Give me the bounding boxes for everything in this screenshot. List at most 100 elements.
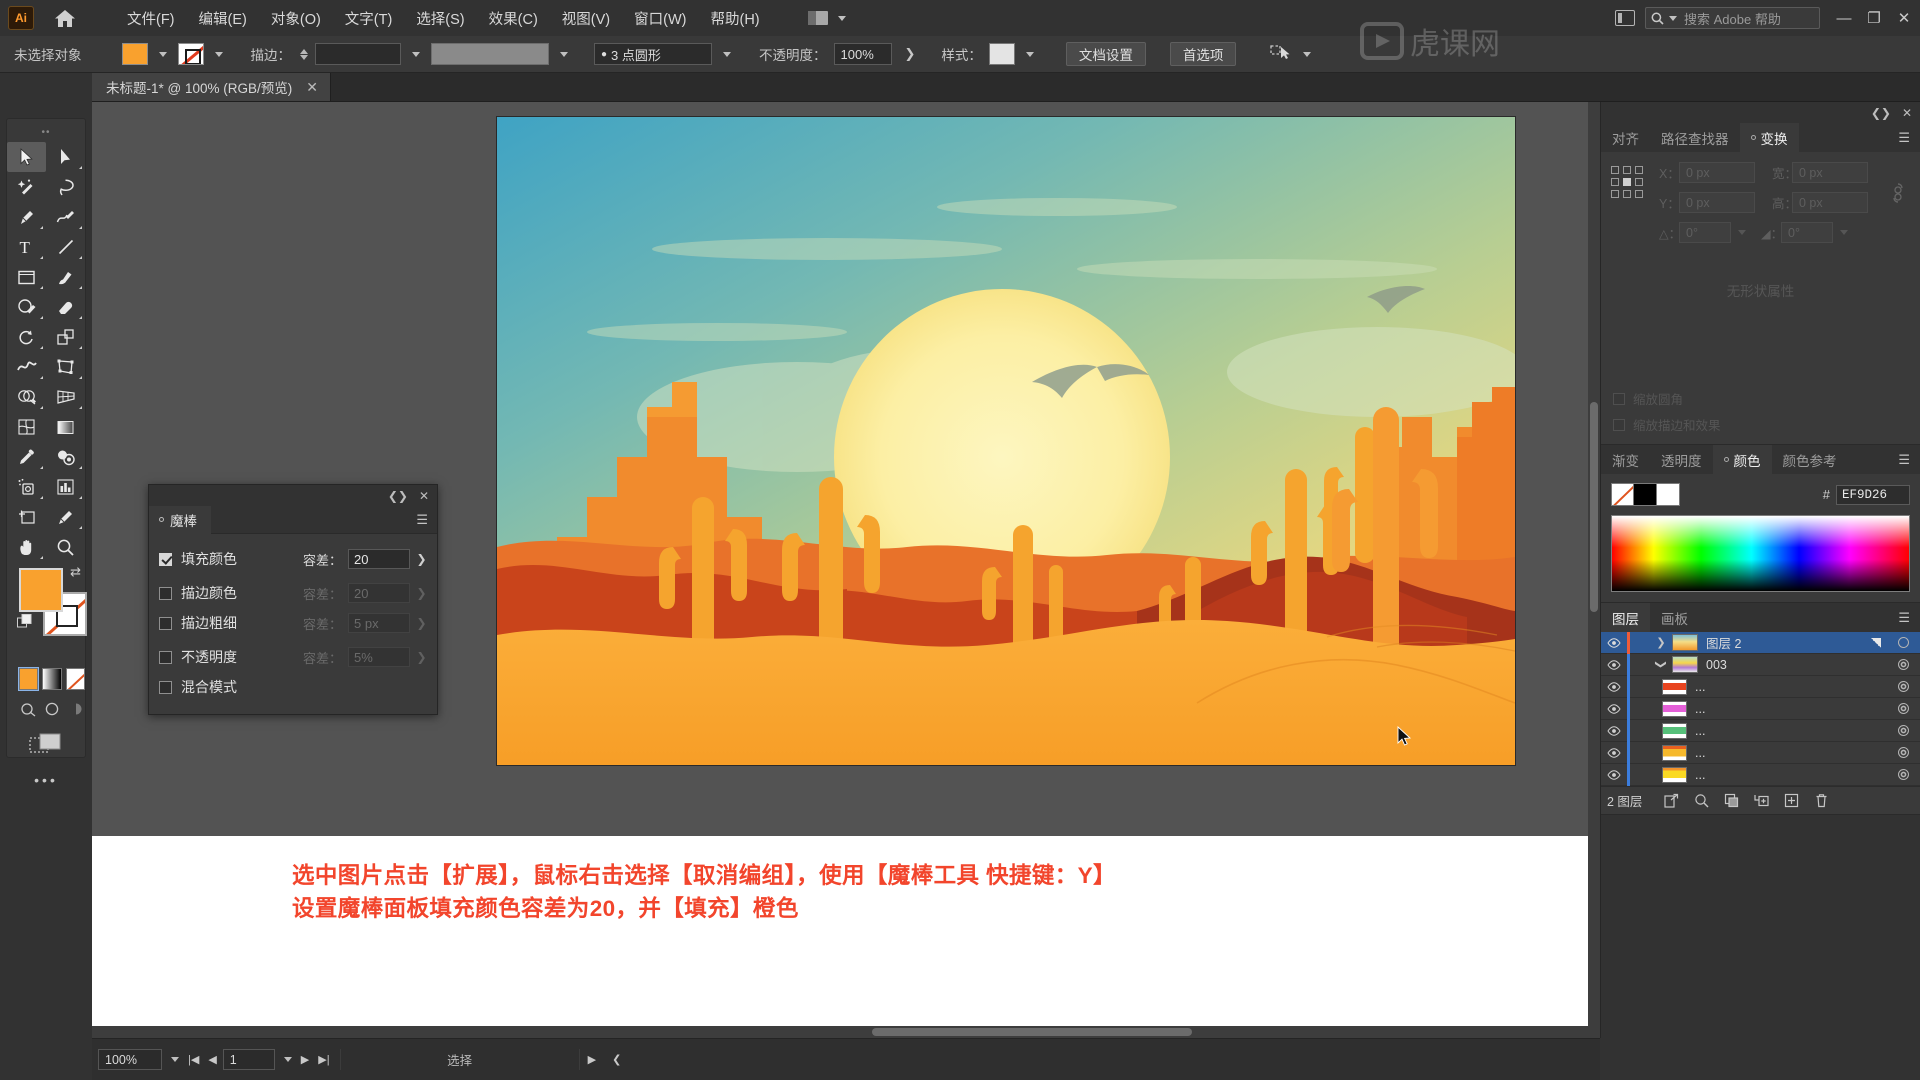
canvas-vertical-scrollbar[interactable]	[1588, 102, 1600, 1026]
canvas-horizontal-scrollbar[interactable]	[92, 1026, 1600, 1038]
select-similar-chevron-icon[interactable]	[1303, 51, 1312, 57]
close-button[interactable]: ✕	[1896, 9, 1912, 27]
draw-behind-icon[interactable]	[43, 700, 61, 718]
none-button[interactable]	[65, 668, 85, 690]
menu-edit[interactable]: 编辑(E)	[188, 2, 258, 35]
disclosure-triangle-icon[interactable]: ❯	[1650, 636, 1672, 649]
layer-name[interactable]: 图层 2	[1706, 633, 1871, 652]
stroke-tolerance-input[interactable]: 20	[348, 583, 410, 603]
sublayer-row[interactable]: ...	[1601, 763, 1920, 786]
tab-transparency[interactable]: 透明度	[1650, 445, 1713, 474]
stroke-profile-chevron-icon[interactable]	[560, 51, 568, 57]
artboard-tool[interactable]	[7, 502, 46, 532]
artboard-number-field[interactable]: 1	[222, 1049, 275, 1070]
menu-help[interactable]: 帮助(H)	[699, 2, 770, 35]
scale-corners-checkbox[interactable]	[1613, 392, 1625, 405]
sublayer-row[interactable]: ...	[1601, 697, 1920, 720]
transform-titlebar[interactable]: ❮❯ ✕	[1601, 102, 1920, 123]
wand-row-stroke-color[interactable]: 描边颜色 容差： 20 ❯	[159, 578, 427, 608]
curvature-tool[interactable]	[46, 202, 85, 232]
collapse-icon[interactable]: ❮❯	[388, 489, 408, 503]
selection-tool[interactable]	[7, 142, 46, 172]
vertical-scroll-thumb[interactable]	[1590, 402, 1598, 612]
rotate-tool[interactable]	[7, 322, 46, 352]
opacity-tolerance-input[interactable]: 5%	[348, 647, 410, 667]
sublayer-row[interactable]: ...	[1601, 719, 1920, 742]
zoom-level-field[interactable]: 100%	[98, 1049, 162, 1070]
column-graph-tool[interactable]	[46, 472, 85, 502]
panel-menu-icon[interactable]: ☰	[416, 513, 428, 526]
gradient-tool[interactable]	[46, 412, 85, 442]
create-new-layer-icon[interactable]	[1776, 793, 1806, 808]
shear-field[interactable]: 0°	[1781, 222, 1833, 243]
perspective-grid-tool[interactable]	[46, 382, 85, 412]
weight-tolerance-input[interactable]: 5 px	[348, 613, 410, 633]
menu-view[interactable]: 视图(V)	[551, 2, 621, 35]
close-icon[interactable]: ✕	[1902, 106, 1912, 120]
fill-color-swatch[interactable]	[121, 43, 148, 65]
x-field[interactable]: 0 px	[1679, 162, 1755, 183]
scale-tool[interactable]	[46, 322, 85, 352]
screen-mode-button[interactable]	[7, 732, 85, 756]
swap-fill-stroke-icon[interactable]: ⇄	[70, 564, 81, 580]
arrange-documents-icon[interactable]	[1615, 10, 1635, 26]
stroke-weight-chevron-icon[interactable]	[412, 51, 420, 57]
mesh-tool[interactable]	[7, 412, 46, 442]
artboard[interactable]	[497, 117, 1515, 765]
stroke-color-swatch[interactable]	[177, 43, 204, 65]
magic-wand-titlebar[interactable]: ❮❯ ✕	[149, 485, 437, 506]
minimize-button[interactable]: —	[1836, 10, 1852, 27]
hex-input[interactable]: EF9D26	[1836, 484, 1910, 505]
layer-row-layer2[interactable]: ❯ 图层 2	[1601, 631, 1920, 654]
gradient-button[interactable]	[42, 668, 62, 690]
shape-builder-tool[interactable]	[7, 382, 46, 412]
black-swatch[interactable]	[1634, 483, 1657, 506]
pen-tool[interactable]	[7, 202, 46, 232]
visibility-toggle-icon[interactable]	[1601, 659, 1627, 670]
graphic-style-swatch[interactable]	[988, 43, 1015, 65]
color-spectrum[interactable]	[1611, 515, 1910, 592]
wand-row-stroke-weight[interactable]: 描边粗细 容差： 5 px ❯	[159, 608, 427, 638]
document-tab[interactable]: 未标题-1* @ 100% (RGB/预览) ✕	[92, 73, 331, 101]
wand-row-blending-mode[interactable]: 混合模式	[159, 672, 427, 702]
tab-gradient[interactable]: 渐变	[1601, 445, 1650, 474]
close-tab-icon[interactable]: ✕	[306, 79, 318, 96]
line-segment-tool[interactable]	[46, 232, 85, 262]
angle-field[interactable]: 0°	[1679, 222, 1731, 243]
none-swatch[interactable]	[1611, 483, 1634, 506]
reference-point-selector[interactable]	[1611, 166, 1643, 198]
status-indicator-text[interactable]: 选择	[339, 1049, 580, 1070]
type-tool[interactable]: T	[7, 232, 46, 262]
visibility-toggle-icon[interactable]	[1601, 769, 1627, 780]
search-icon[interactable]	[1686, 793, 1716, 808]
rectangle-tool[interactable]	[7, 262, 46, 292]
preferences-button[interactable]: 首选项	[1169, 42, 1237, 66]
last-artboard-icon[interactable]: ▶|	[318, 1053, 329, 1066]
sublayer-name[interactable]: ...	[1695, 724, 1886, 738]
panel-menu-icon[interactable]: ☰	[1898, 445, 1920, 474]
scale-corners-row[interactable]: 缩放圆角	[1613, 389, 1721, 408]
eyedropper-tool[interactable]	[7, 442, 46, 472]
edit-toolbar-button[interactable]: •••	[7, 772, 85, 788]
tab-pathfinder[interactable]: 路径查找器	[1650, 123, 1740, 152]
magic-wand-tool[interactable]	[7, 172, 46, 202]
tab-color-guide[interactable]: 颜色参考	[1772, 445, 1848, 474]
select-similar-objects-icon[interactable]	[1270, 43, 1292, 66]
lasso-tool[interactable]	[46, 172, 85, 202]
sublayer-row[interactable]: ...	[1601, 741, 1920, 764]
default-fill-stroke-icon[interactable]	[17, 614, 32, 628]
hand-tool[interactable]	[7, 532, 46, 562]
document-setup-button[interactable]: 文档设置	[1065, 42, 1146, 66]
constrain-proportions-icon[interactable]	[1890, 182, 1906, 209]
previous-artboard-icon[interactable]: ◀	[208, 1053, 216, 1066]
tab-magic-wand[interactable]: 魔棒	[149, 505, 211, 534]
sublayer-row[interactable]: ...	[1601, 675, 1920, 698]
opacity-field[interactable]: 100%	[833, 43, 892, 65]
target-indicator[interactable]	[1886, 637, 1920, 648]
sublayer-name[interactable]: ...	[1695, 746, 1886, 760]
symbol-sprayer-tool[interactable]	[7, 472, 46, 502]
stroke-profile-field[interactable]	[431, 43, 549, 65]
tab-color[interactable]: 颜色	[1712, 445, 1772, 474]
sublayer-name[interactable]: ...	[1695, 768, 1886, 782]
horizontal-scroll-thumb[interactable]	[872, 1028, 1192, 1036]
